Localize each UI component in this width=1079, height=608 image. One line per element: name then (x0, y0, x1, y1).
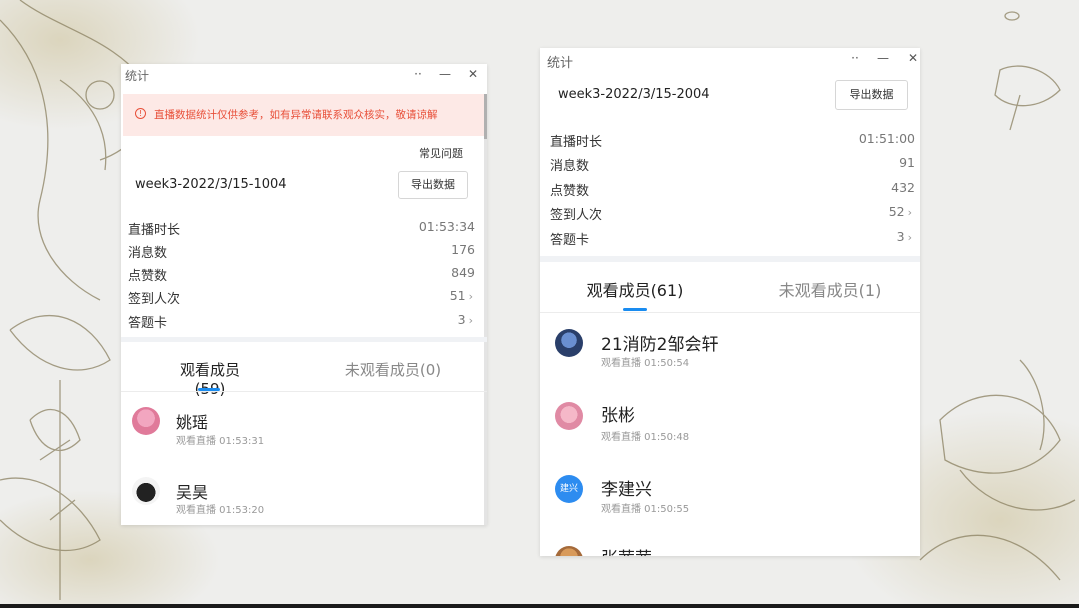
avatar: 建兴 (555, 475, 583, 503)
member-watch-time: 观看直播 01:50:48 (601, 432, 690, 443)
stat-row-duration: 直播时长 01:51:00 (540, 131, 920, 153)
stat-value: 176 (451, 242, 475, 257)
stat-value: 91 (899, 155, 915, 170)
window-title: 统计 (125, 69, 150, 83)
stat-row-likes: 点赞数 849 (121, 265, 487, 287)
more-icon[interactable]: ·· (846, 48, 864, 68)
avatar (132, 407, 160, 435)
stat-label: 直播时长 (550, 135, 603, 150)
member-watch-time: 观看直播 01:53:20 (176, 505, 265, 516)
stat-value: 3 (457, 312, 466, 327)
stat-label: 直播时长 (128, 223, 181, 238)
stat-label: 答题卡 (128, 316, 168, 331)
faq-link[interactable]: 常见问题 (419, 145, 463, 161)
stat-row-checkins[interactable]: 签到人次 51 › (121, 288, 487, 310)
tab-separator (121, 391, 487, 392)
stat-row-checkins[interactable]: 签到人次 52 › (540, 204, 920, 226)
member-item[interactable]: 21消防2邹会轩 观看直播 01:50:54 (540, 318, 920, 378)
stat-value: 01:51:00 (858, 131, 915, 146)
more-icon[interactable]: ·· (409, 64, 427, 84)
export-data-button[interactable]: 导出数据 (835, 80, 908, 110)
avatar (555, 546, 583, 556)
stat-row-messages: 消息数 91 (540, 155, 920, 177)
member-name: 吴昊 (176, 483, 209, 502)
minimize-icon[interactable]: — (874, 48, 892, 68)
stat-value: 849 (451, 265, 475, 280)
section-divider (121, 337, 487, 342)
stat-label: 点赞数 (128, 269, 168, 284)
stat-value: 432 (891, 180, 915, 195)
member-item[interactable]: 吴昊 观看直播 01:53:20 (121, 467, 487, 525)
scrollbar-thumb[interactable] (484, 94, 487, 139)
member-watch-time: 观看直播 01:53:31 (176, 436, 265, 447)
avatar (555, 402, 583, 430)
stat-value-wrap: 51 › (450, 288, 473, 303)
titlebar: 统计 ·· — ✕ (540, 48, 920, 71)
avatar (555, 329, 583, 357)
stat-label: 答题卡 (550, 233, 590, 248)
member-item[interactable]: 姚瑶 观看直播 01:53:31 (121, 397, 487, 457)
stat-value: 01:53:34 (418, 219, 475, 234)
stat-value-wrap: 3 › (897, 229, 912, 244)
stat-value-wrap: 52 › (889, 204, 912, 219)
section-divider (540, 256, 920, 262)
tab-watched-members[interactable]: 观看成员(61) (580, 277, 690, 301)
member-name: 姚瑶 (176, 413, 209, 432)
member-name: 张茜茜 (601, 544, 652, 556)
export-data-button[interactable]: 导出数据 (398, 171, 468, 199)
chevron-right-icon: › (468, 314, 473, 327)
stat-row-answer-card[interactable]: 答题卡 3 › (121, 312, 487, 334)
member-item[interactable]: 建兴 李建兴 观看直播 01:50:55 (540, 464, 920, 524)
stat-label: 消息数 (550, 159, 590, 174)
member-name: 张彬 (601, 406, 635, 426)
stat-value: 52 (888, 204, 905, 219)
warning-icon: ! (135, 108, 146, 119)
member-item[interactable]: 张茜茜 (540, 538, 920, 556)
close-icon[interactable]: ✕ (464, 64, 482, 84)
notice-text: 直播数据统计仅供参考，如有异常请联系观众核实，敬请谅解 (154, 109, 438, 121)
chevron-right-icon: › (468, 290, 473, 303)
stat-row-messages: 消息数 176 (121, 242, 487, 264)
member-watch-time: 观看直播 01:50:54 (601, 358, 690, 369)
close-icon[interactable]: ✕ (904, 48, 920, 68)
stat-value-wrap: 3 › (458, 312, 473, 327)
stat-label: 签到人次 (550, 208, 603, 223)
chevron-right-icon: › (907, 231, 912, 244)
tab-watched-members[interactable]: 观看成员(59) (165, 359, 255, 398)
stat-label: 消息数 (128, 246, 168, 261)
bottom-edge (0, 604, 1079, 608)
window-title: 统计 (547, 56, 574, 71)
minimize-icon[interactable]: — (436, 64, 454, 84)
avatar (132, 477, 160, 505)
stat-row-duration: 直播时长 01:53:34 (121, 219, 487, 241)
member-item[interactable]: 张彬 观看直播 01:50:48 (540, 391, 920, 451)
member-watch-time: 观看直播 01:50:55 (601, 504, 690, 515)
stats-window-left: 统计 ·· — ✕ ! 直播数据统计仅供参考，如有异常请联系观众核实，敬请谅解 … (121, 64, 487, 525)
stat-row-likes: 点赞数 432 (540, 180, 920, 202)
tab-separator (540, 312, 920, 313)
active-tab-indicator (623, 308, 647, 311)
stat-label: 点赞数 (550, 184, 590, 199)
stats-window-right: 统计 ·· — ✕ week3-2022/3/15-2004 导出数据 直播时长… (540, 48, 920, 556)
stat-value: 3 (896, 229, 905, 244)
member-name: 李建兴 (601, 480, 652, 500)
chevron-right-icon: › (907, 206, 912, 219)
stat-value: 51 (449, 288, 466, 303)
tab-unwatched-members[interactable]: 未观看成员(0) (343, 359, 443, 380)
stat-label: 签到人次 (128, 292, 181, 307)
titlebar: 统计 ·· — ✕ (121, 64, 487, 86)
tab-unwatched-members[interactable]: 未观看成员(1) (770, 277, 890, 301)
member-name: 21消防2邹会轩 (601, 335, 719, 355)
notice-banner: ! 直播数据统计仅供参考，如有异常请联系观众核实，敬请谅解 (123, 94, 485, 136)
session-name: week3-2022/3/15-1004 (135, 177, 287, 192)
stat-row-answer-card[interactable]: 答题卡 3 › (540, 229, 920, 251)
session-name: week3-2022/3/15-2004 (558, 87, 710, 102)
